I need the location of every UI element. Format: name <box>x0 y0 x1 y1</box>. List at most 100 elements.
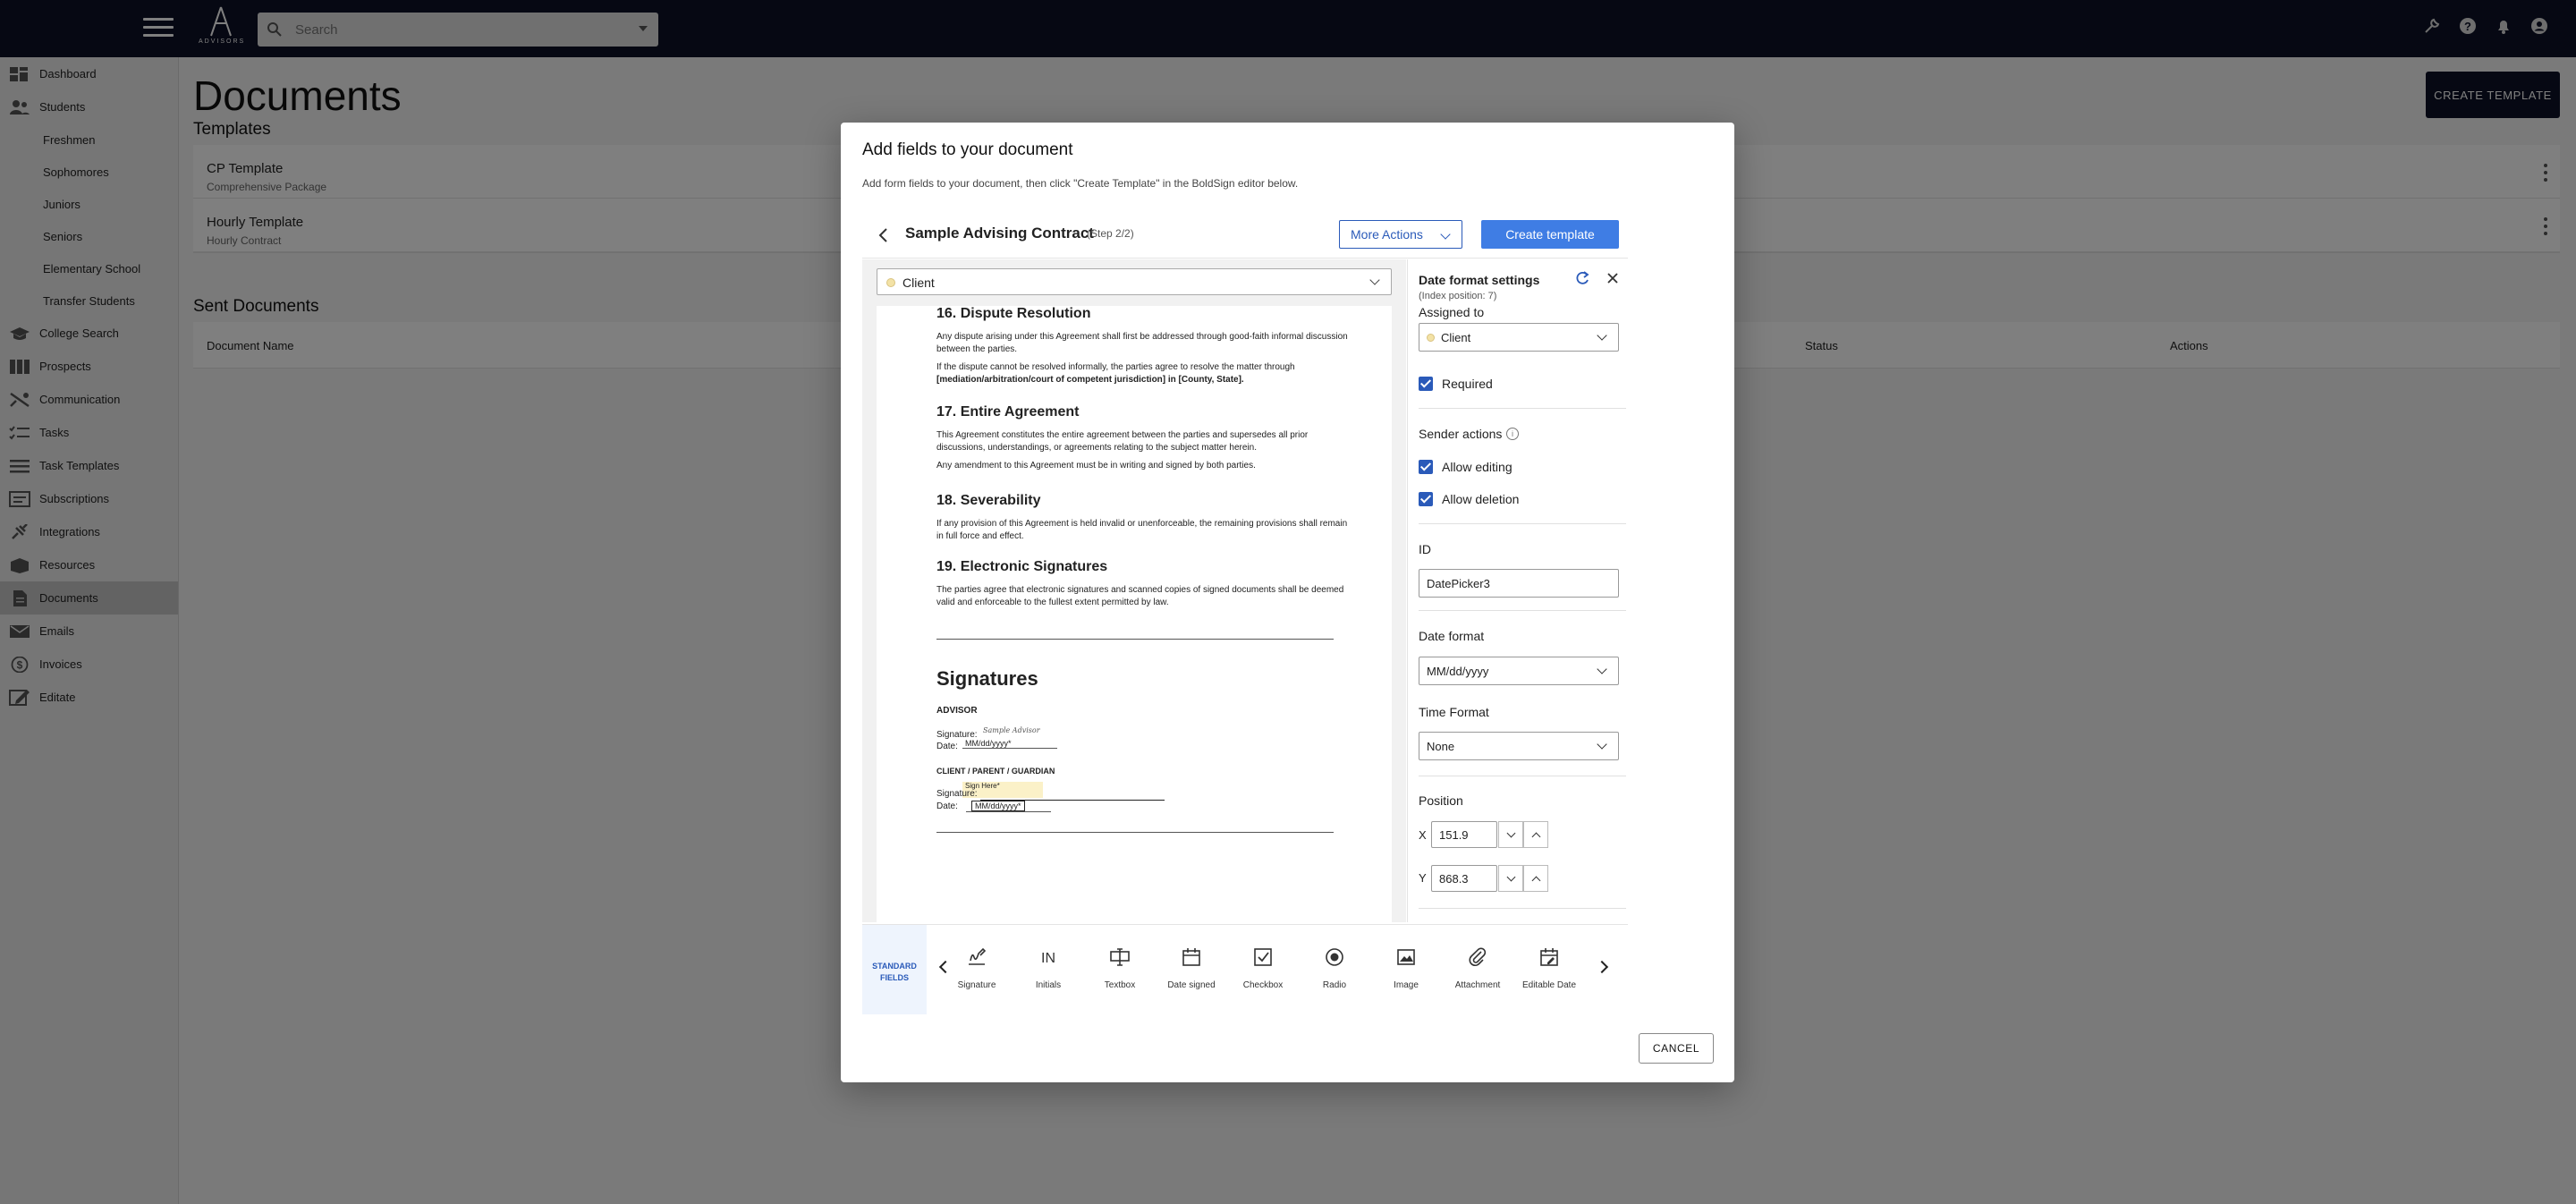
dialog-title: Add fields to your document <box>862 140 1073 159</box>
svg-text:IN: IN <box>1041 951 1055 966</box>
position-label: Position <box>1419 793 1463 808</box>
document-title: Sample Advising Contract <box>905 225 1094 242</box>
paragraph: Any dispute arising under this Agreement… <box>936 332 1348 354</box>
back-arrow-icon[interactable] <box>877 227 891 243</box>
document-page: 16. Dispute Resolution Any dispute arisi… <box>877 306 1392 922</box>
paragraph: This Agreement constitutes the entire ag… <box>936 430 1309 453</box>
section-heading: 16. Dispute Resolution <box>936 306 1091 321</box>
chevron-down-icon <box>1440 229 1451 240</box>
client-date-field[interactable]: MM/dd/yyyy* <box>971 801 1025 811</box>
chevron-up-icon <box>1531 876 1541 886</box>
paragraph: Any amendment to this Agreement must be … <box>936 461 1256 471</box>
tool-editable-date[interactable]: Editable Date <box>1514 925 1584 1014</box>
sender-actions-label: Sender actions <box>1419 427 1503 441</box>
tool-signature[interactable]: Signature <box>942 925 1012 1014</box>
more-actions-button[interactable]: More Actions <box>1339 220 1462 249</box>
signature-icon <box>969 947 987 965</box>
date-label: Date: <box>936 742 958 751</box>
index-position: (Index position: 7) <box>1419 291 1497 301</box>
textbox-icon <box>1110 948 1130 966</box>
dialog-subtitle: Add form fields to your document, then c… <box>862 177 1299 190</box>
field-properties-panel: Date format settings (Index position: 7)… <box>1407 259 1628 922</box>
id-input[interactable] <box>1419 569 1619 598</box>
chevron-down-icon <box>1597 330 1607 341</box>
x-label: X <box>1419 828 1427 842</box>
tool-textbox[interactable]: Textbox <box>1085 925 1155 1014</box>
initials-icon: IN <box>1041 951 1055 966</box>
close-icon[interactable] <box>1605 270 1621 286</box>
advisor-label: ADVISOR <box>936 706 978 716</box>
editable-date-icon <box>1540 948 1558 966</box>
paragraph: If the dispute cannot be resolved inform… <box>936 362 1295 372</box>
add-fields-dialog: Add fields to your document Add form fie… <box>841 123 1734 1082</box>
tool-checkbox[interactable]: Checkbox <box>1228 925 1298 1014</box>
tool-image[interactable]: Image <box>1371 925 1441 1014</box>
signature-label: Signature: <box>936 789 978 799</box>
required-label: Required <box>1442 377 1493 391</box>
y-decrement-button[interactable] <box>1498 865 1523 892</box>
section-heading: 18. Severability <box>936 493 1041 508</box>
y-increment-button[interactable] <box>1523 865 1548 892</box>
field-toolbar: STANDARD FIELDS Signature IN Initials Te… <box>862 924 1628 1014</box>
id-label: ID <box>1419 542 1431 556</box>
x-decrement-button[interactable] <box>1498 821 1523 848</box>
divider <box>1419 408 1626 409</box>
date-format-label: Date format <box>1419 629 1485 643</box>
radio-icon <box>1326 948 1343 966</box>
signer-select[interactable]: Client <box>877 268 1392 295</box>
assigned-to-label: Assigned to <box>1419 305 1485 319</box>
y-label: Y <box>1419 871 1427 885</box>
x-increment-button[interactable] <box>1523 821 1548 848</box>
image-icon <box>1397 949 1415 965</box>
standard-fields-tab[interactable]: STANDARD FIELDS <box>862 925 927 1014</box>
date-label: Date: <box>936 801 958 811</box>
divider <box>936 832 1334 833</box>
cancel-button[interactable]: CANCEL <box>1639 1033 1714 1064</box>
assigned-to-select[interactable]: Client <box>1419 323 1619 352</box>
divider <box>1419 610 1626 611</box>
time-format-label: Time Format <box>1419 705 1489 719</box>
chevron-down-icon <box>1506 828 1516 838</box>
tool-date-signed[interactable]: Date signed <box>1157 925 1226 1014</box>
tool-radio[interactable]: Radio <box>1300 925 1369 1014</box>
required-checkbox[interactable] <box>1419 377 1433 391</box>
allow-editing-label: Allow editing <box>1442 460 1513 474</box>
document-viewer[interactable]: Client 16. Dispute Resolution Any disput… <box>862 259 1406 922</box>
tool-initials[interactable]: IN Initials <box>1013 925 1083 1014</box>
client-label: CLIENT / PARENT / GUARDIAN <box>936 767 1055 776</box>
allow-deletion-label: Allow deletion <box>1442 492 1520 506</box>
create-template-submit-button[interactable]: Create template <box>1481 220 1619 249</box>
refresh-icon[interactable] <box>1574 270 1590 286</box>
chevron-up-icon <box>1531 832 1541 842</box>
chevron-right-icon[interactable] <box>1595 960 1609 974</box>
advisor-date-field[interactable]: MM/dd/yyyy* <box>962 739 1057 749</box>
divider <box>1419 908 1626 909</box>
advisor-signature-field[interactable]: Sample Advisor <box>980 726 1043 734</box>
checkbox-icon <box>1254 948 1272 966</box>
section-heading: 17. Entire Agreement <box>936 404 1080 420</box>
step-indicator: (Step 2/2) <box>1087 227 1134 240</box>
signer-color-dot <box>1427 334 1435 342</box>
editor-header: Sample Advising Contract (Step 2/2) More… <box>862 212 1628 259</box>
date-format-select[interactable]: MM/dd/yyyy <box>1419 657 1619 685</box>
tool-attachment[interactable]: Attachment <box>1443 925 1513 1014</box>
divider <box>1419 523 1626 524</box>
section-heading: 19. Electronic Signatures <box>936 559 1108 574</box>
chevron-down-icon <box>1597 739 1607 750</box>
time-format-select[interactable]: None <box>1419 732 1619 760</box>
boldsign-editor: Sample Advising Contract (Step 2/2) More… <box>862 212 1628 1014</box>
chevron-down-icon <box>1506 872 1516 882</box>
paragraph: [mediation/arbitration/court of competen… <box>936 375 1244 385</box>
properties-title: Date format settings <box>1419 273 1540 287</box>
signer-color-dot <box>886 278 895 287</box>
allow-deletion-checkbox[interactable] <box>1419 492 1433 506</box>
signatures-heading: Signatures <box>936 667 1038 690</box>
y-position-input[interactable] <box>1431 865 1497 892</box>
calendar-icon <box>1182 948 1200 966</box>
paragraph: If any provision of this Agreement is he… <box>936 519 1348 541</box>
info-icon[interactable]: i <box>1506 428 1519 440</box>
paragraph: The parties agree that electronic signat… <box>936 585 1344 607</box>
allow-editing-checkbox[interactable] <box>1419 460 1433 474</box>
divider <box>936 639 1334 640</box>
x-position-input[interactable] <box>1431 821 1497 848</box>
